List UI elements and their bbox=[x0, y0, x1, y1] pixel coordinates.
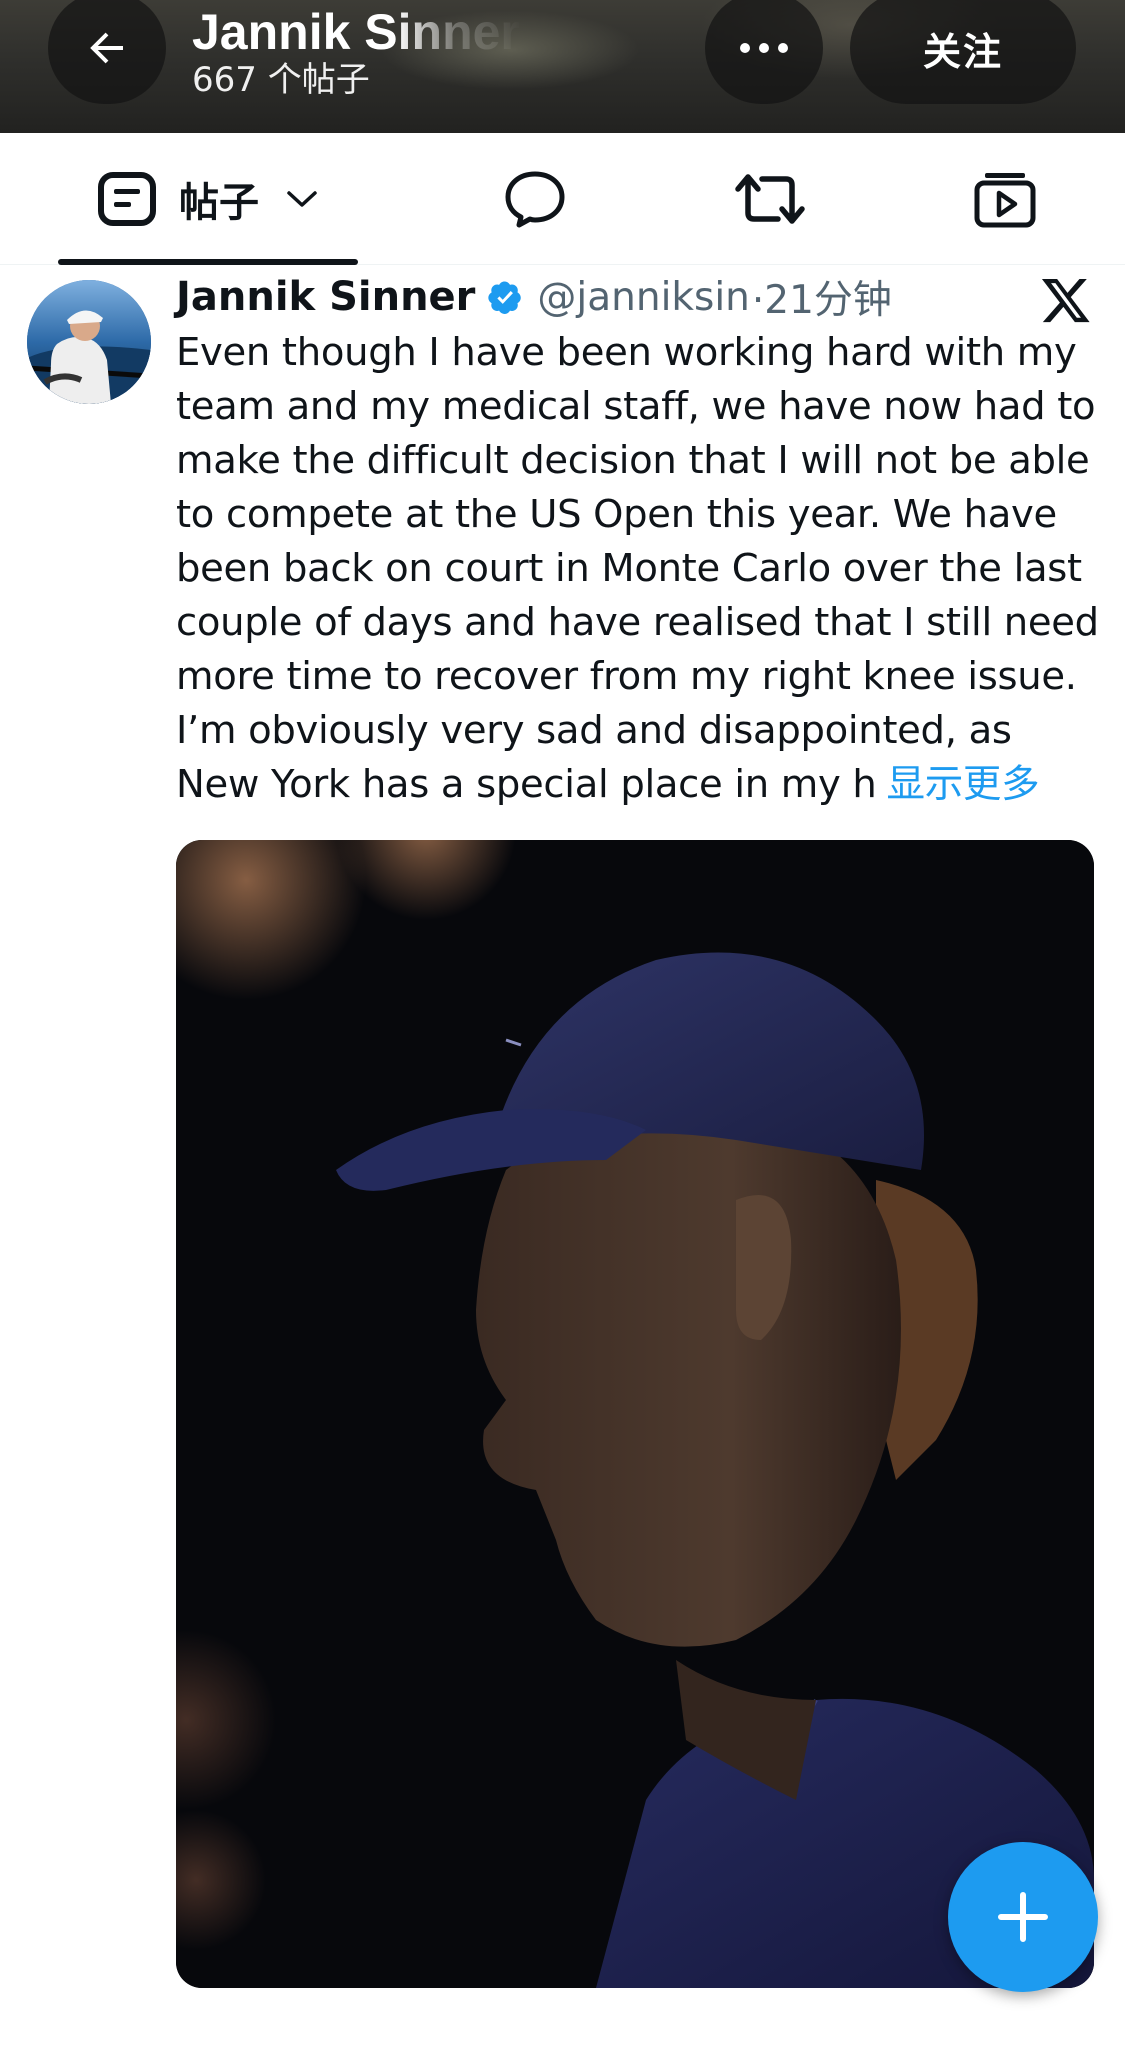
post-text-line: Even though I have been working hard wit… bbox=[176, 330, 1077, 375]
post-text-fragment: New York has a special place in my h bbox=[176, 762, 877, 807]
tab-posts[interactable]: 帖子 bbox=[58, 133, 358, 265]
verified-badge-icon bbox=[487, 279, 523, 315]
x-logo-icon bbox=[1040, 274, 1092, 330]
profile-tabs: 帖子 bbox=[0, 133, 1125, 265]
show-more-link[interactable]: 显示更多 bbox=[887, 762, 1040, 807]
more-dots-icon bbox=[740, 43, 788, 53]
tab-videos[interactable] bbox=[940, 133, 1070, 265]
post-image[interactable] bbox=[176, 840, 1094, 1988]
chevron-down-icon[interactable] bbox=[285, 189, 319, 209]
post-text-line: make the difficult decision that I will … bbox=[176, 438, 1090, 483]
author-name[interactable]: Jannik Sinner bbox=[176, 274, 475, 320]
author-handle[interactable]: @janniksin bbox=[537, 275, 749, 320]
profile-title: Jannik Sinner 667 个帖子 bbox=[192, 2, 522, 100]
post-text-line: to compete at the US Open this year. We … bbox=[176, 492, 1057, 537]
avatar-photo bbox=[27, 280, 151, 404]
follow-button[interactable]: 关注 bbox=[850, 0, 1076, 104]
repost-icon bbox=[735, 174, 805, 224]
post-text-line: I’m obviously very sad and disappointed,… bbox=[176, 708, 1012, 753]
post-text-line: couple of days and have realised that I … bbox=[176, 600, 1099, 645]
tab-replies[interactable] bbox=[470, 133, 600, 265]
post-header: Jannik Sinner @janniksin ·21分钟 bbox=[176, 272, 892, 323]
post-time: ·21分钟 bbox=[751, 278, 892, 323]
arrow-left-icon bbox=[90, 32, 123, 64]
post-text-line: team and my medical staff, we have now h… bbox=[176, 384, 1096, 429]
posts-icon bbox=[98, 172, 156, 226]
back-button[interactable] bbox=[48, 0, 166, 104]
post-text-line: been back on court in Monte Carlo over t… bbox=[176, 546, 1082, 591]
more-options-button[interactable] bbox=[705, 0, 823, 104]
post-text-line-last: New York has a special place in my h 显示更多 bbox=[176, 758, 1106, 812]
post-count: 667 个帖子 bbox=[192, 60, 370, 100]
author-avatar[interactable] bbox=[27, 280, 151, 404]
post-text-line: more time to recover from my right knee … bbox=[176, 654, 1077, 699]
video-icon bbox=[974, 173, 1036, 228]
profile-name: Jannik Sinner bbox=[192, 4, 520, 60]
plus-icon bbox=[998, 1892, 1048, 1942]
active-tab-indicator bbox=[58, 259, 358, 265]
post-text: Even though I have been working hard wit… bbox=[176, 326, 1106, 812]
tab-reposts[interactable] bbox=[705, 133, 835, 265]
compose-button[interactable] bbox=[948, 1842, 1098, 1992]
tennis-player-photo bbox=[176, 840, 1094, 1988]
profile-header: Jannik Sinner 667 个帖子 关注 bbox=[0, 0, 1125, 133]
reply-bubble-icon bbox=[505, 171, 565, 228]
tab-posts-label: 帖子 bbox=[179, 180, 259, 226]
